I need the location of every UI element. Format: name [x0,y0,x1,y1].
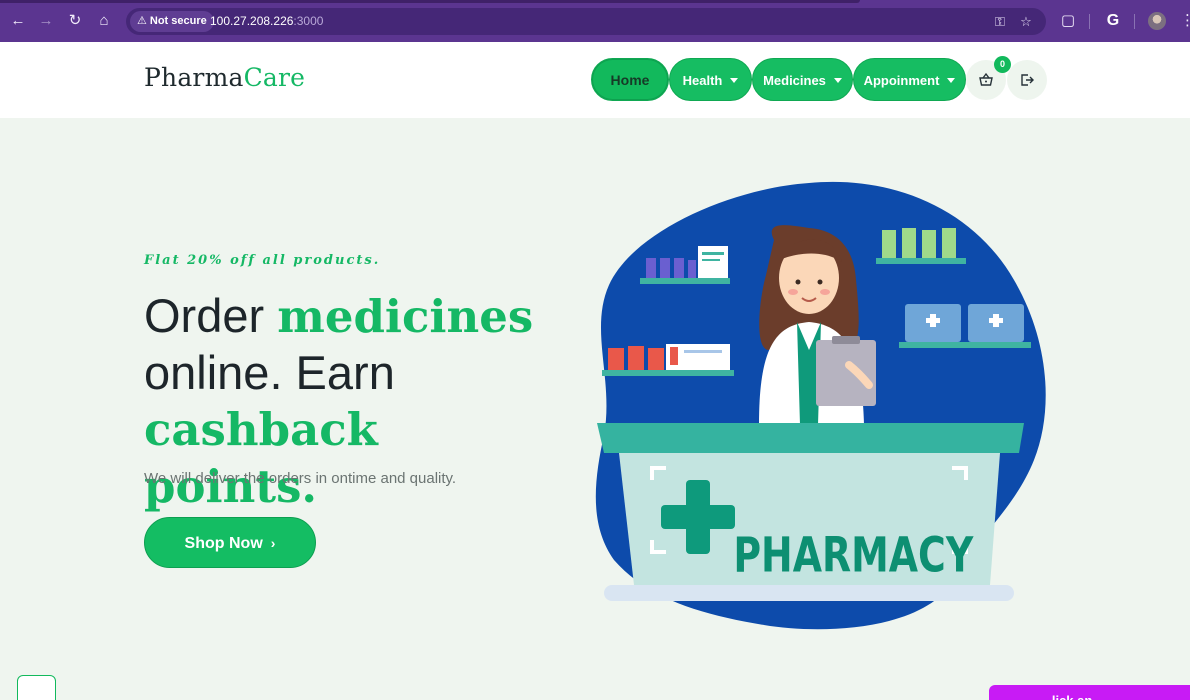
hero-subtext: We will deliver the orders in ontime and… [144,470,457,487]
logout-icon [1021,74,1034,86]
reload-icon[interactable]: ↻ [65,11,85,31]
url-text[interactable]: 100.27.208.226:3000 [210,8,323,35]
chevron-down-icon [947,78,956,84]
scroll-top-button[interactable] [17,675,56,700]
back-icon[interactable]: ← [8,11,28,31]
nav-health[interactable]: Health [669,58,752,101]
nav-medicines[interactable]: Medicines [752,58,853,101]
promo-tagline: Flat 20% off all products. [144,253,381,268]
nav-home[interactable]: Home [591,58,669,101]
bookmark-star-icon[interactable]: ☆ [1016,12,1036,32]
security-badge[interactable]: ⚠ Not secure [130,11,214,32]
profile-avatar[interactable] [1148,12,1166,30]
extensions-icon[interactable]: ▢ [1058,11,1078,31]
home-icon[interactable]: ⌂ [94,11,114,31]
warning-icon: ⚠ [137,15,147,27]
toolbar-separator [1134,14,1135,29]
chevron-right-icon: › [270,535,276,551]
shelf [876,258,966,264]
logout-button[interactable] [1007,60,1047,100]
google-account-icon[interactable]: G [1103,11,1123,31]
site-header: PharmaCare Home Health Medicines Appoinm… [0,42,1190,118]
tab-strip [0,0,860,3]
address-bar[interactable]: ⚠ Not secure 100.27.208.226:3000 ⚿ ☆ [126,8,1046,35]
shop-now-button[interactable]: Shop Now › [144,517,316,568]
password-key-icon[interactable]: ⚿ [990,12,1010,32]
counter-top [597,423,1024,453]
pharmacist-illustration: PHARMACY [595,181,1046,630]
chevron-down-icon [833,78,842,84]
toolbar-separator [1089,14,1090,29]
shelf [640,278,730,284]
pharmacy-sign-text: PHARMACY [733,528,973,584]
shelf [899,342,1031,348]
chat-widget-button[interactable]: ...lick an... [989,685,1190,700]
site-logo[interactable]: PharmaCare [144,63,305,92]
basket-icon [979,72,993,86]
clipboard [816,340,876,406]
chevron-down-icon [730,78,739,84]
nav-appointment[interactable]: Appoinment [853,58,966,101]
menu-kebab-icon[interactable]: ⋮ [1180,11,1190,31]
browser-toolbar: ← → ↻ ⌂ ⚠ Not secure 100.27.208.226:3000 … [0,0,1190,42]
forward-icon[interactable]: → [36,11,56,31]
shelf [602,370,734,376]
